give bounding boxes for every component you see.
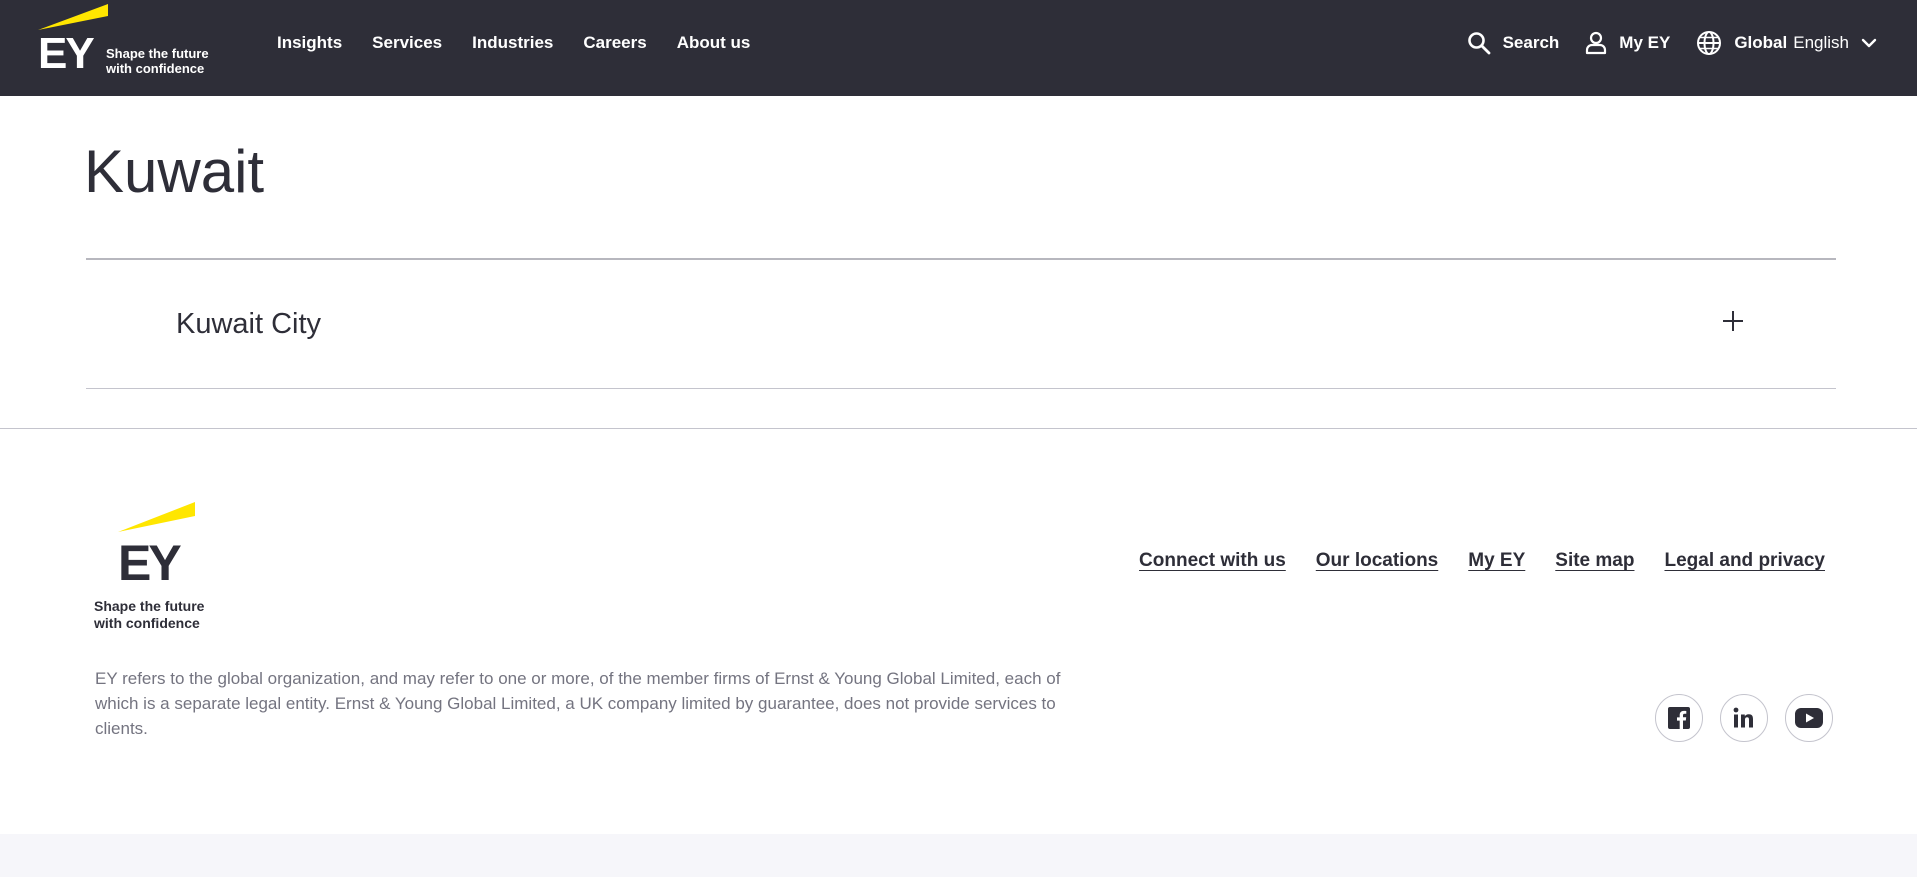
user-icon: [1586, 31, 1607, 55]
linkedin-button[interactable]: [1720, 694, 1768, 742]
ey-logo-text: EY: [38, 29, 95, 78]
globe-icon: [1697, 31, 1722, 55]
nav-services[interactable]: Services: [372, 33, 442, 53]
footer-ey-logo[interactable]: EY Shape the future with confidence: [94, 502, 234, 632]
myey-label: My EY: [1619, 33, 1671, 52]
page-bottom-band: [0, 834, 1917, 877]
footer-logo-tagline: Shape the future with confidence: [94, 598, 205, 631]
region-label: Global: [1734, 33, 1788, 52]
facebook-button[interactable]: [1655, 694, 1703, 742]
ey-logo[interactable]: EY Shape the future with confidence: [38, 4, 218, 84]
language-label: English: [1793, 33, 1849, 52]
page-title: Kuwait: [84, 138, 265, 205]
footer-logo-text: EY: [118, 535, 182, 591]
plus-icon[interactable]: [1722, 310, 1744, 332]
ey-beam-icon: [118, 502, 195, 532]
logo-tagline: Shape the future with confidence: [106, 46, 209, 76]
youtube-button[interactable]: [1785, 694, 1833, 742]
footer-link-locations[interactable]: Our locations: [1316, 550, 1438, 572]
main-nav: Insights Services Industries Careers Abo…: [277, 0, 750, 86]
nav-about-us[interactable]: About us: [677, 33, 751, 53]
footer-links: Connect with us Our locations My EY Site…: [1139, 550, 1825, 572]
linkedin-icon: [1733, 707, 1753, 728]
footer-link-sitemap[interactable]: Site map: [1555, 550, 1634, 572]
site-header: EY Shape the future with confidence Insi…: [0, 0, 1917, 96]
nav-industries[interactable]: Industries: [472, 33, 553, 53]
nav-insights[interactable]: Insights: [277, 33, 342, 53]
accordion-item-kuwait-city[interactable]: Kuwait City: [86, 260, 1836, 388]
ey-beam-icon: [38, 4, 108, 30]
footer-link-connect[interactable]: Connect with us: [1139, 550, 1286, 572]
chevron-down-icon: [1861, 38, 1877, 48]
divider: [86, 388, 1836, 389]
footer-link-myey[interactable]: My EY: [1468, 550, 1525, 572]
nav-careers[interactable]: Careers: [583, 33, 646, 53]
search-button[interactable]: Search: [1467, 31, 1560, 55]
facebook-icon: [1668, 707, 1690, 729]
language-selector[interactable]: Global English: [1696, 30, 1877, 56]
utility-nav: Search My EY Global English: [1467, 0, 1877, 86]
youtube-icon: [1795, 708, 1823, 728]
footer-disclaimer: EY refers to the global organization, an…: [95, 669, 1061, 738]
accordion-item-label: Kuwait City: [176, 308, 322, 340]
footer-link-legal[interactable]: Legal and privacy: [1664, 550, 1825, 572]
myey-button[interactable]: My EY: [1585, 31, 1670, 55]
social-links: [1655, 694, 1833, 742]
search-label: Search: [1502, 33, 1560, 52]
footer-divider: [0, 428, 1917, 429]
search-icon: [1467, 32, 1490, 55]
